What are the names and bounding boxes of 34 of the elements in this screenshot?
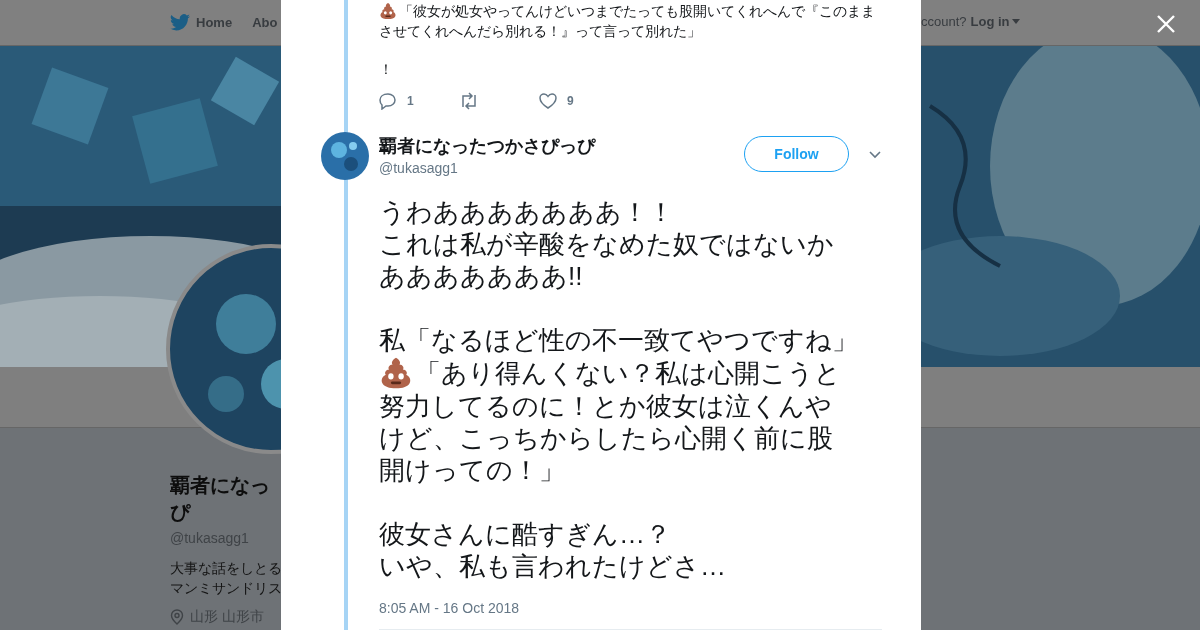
tweet-text: うわあああああああ！！ — [379, 196, 675, 228]
tweet-timestamp[interactable]: 8:05 AM - 16 Oct 2018 — [379, 600, 882, 616]
nav-link[interactable]: Abo — [252, 15, 278, 30]
tweet-text: いや、私も言われたけどさ… — [379, 550, 727, 582]
nav-link[interactable]: Home — [170, 14, 233, 31]
tweet-text: 努力してるのに！とか彼女は泣くんや — [379, 390, 833, 422]
tweet-text: させてくれへんだら別れる！』って言って別れた」 — [379, 21, 702, 41]
tweet-text: 彼女さんに酷すぎん…？ — [379, 518, 672, 550]
pile-icon — [379, 356, 413, 390]
login-link[interactable]: Log in — [970, 14, 1020, 29]
action-count: 1 — [407, 93, 414, 108]
retweet-icon[interactable] — [459, 91, 479, 110]
tweet-text: これは私が辛酸をなめた奴ではないか — [379, 228, 835, 260]
follow-button[interactable]: Follow — [744, 136, 849, 173]
tweet-text: ！ — [379, 59, 394, 79]
close-icon[interactable] — [1156, 14, 1176, 34]
profile-bio: 大事な話をしとる マンミサンドリス — [170, 559, 281, 598]
tweet-text: 「あり得んくない？私は心開こうと — [415, 357, 841, 389]
speech-bubble-icon[interactable] — [379, 91, 397, 110]
tweet-text: 開けっての！」 — [379, 454, 566, 486]
profile-name: 覇者になっ ぴ — [170, 473, 271, 525]
action-count: 9 — [567, 93, 574, 108]
caret-icon — [1011, 19, 1020, 24]
tweet-text: 「彼女が処女やってんけどいつまでたっても股開いてくれへんで『このまま — [399, 1, 875, 21]
tweet-text: 私「なるほど性の不一致てやつですね」 — [379, 324, 859, 356]
location-icon — [170, 609, 184, 625]
heart-icon[interactable] — [539, 91, 557, 110]
user-name[interactable]: 覇者になったつかさぴっぴ — [379, 134, 744, 159]
tweet-text: あああああああ!! — [379, 260, 584, 292]
account-prompt: ccount? — [921, 14, 967, 29]
bird-icon — [170, 14, 190, 31]
tweet-text: けど、こっちからしたら心開く前に股 — [379, 422, 834, 454]
user-avatar[interactable] — [321, 132, 369, 181]
user-handle: @tukasagg1 — [379, 160, 459, 177]
